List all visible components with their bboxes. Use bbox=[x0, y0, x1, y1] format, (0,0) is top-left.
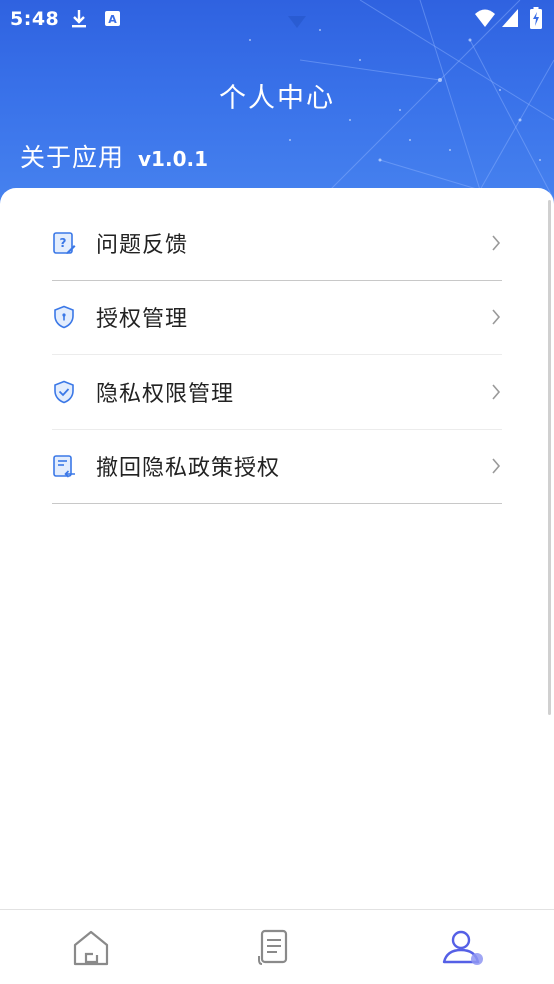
profile-icon[interactable] bbox=[441, 928, 487, 968]
menu-item-revoke-privacy-policy[interactable]: 撤回隐私政策授权 bbox=[52, 430, 502, 504]
wifi-icon bbox=[475, 9, 495, 27]
home-icon[interactable] bbox=[71, 928, 111, 968]
battery-charging-icon bbox=[530, 7, 542, 29]
menu-label: 撤回隐私政策授权 bbox=[96, 456, 281, 482]
menu-item-privacy-permissions[interactable]: 隐私权限管理 bbox=[52, 355, 502, 430]
a-notification-icon: A bbox=[105, 11, 120, 26]
revoke-document-icon bbox=[53, 455, 75, 478]
shield-icon bbox=[54, 305, 74, 329]
scrollbar[interactable] bbox=[548, 200, 551, 715]
bottom-navigation bbox=[0, 909, 554, 984]
signal-icon bbox=[502, 9, 518, 27]
menu-item-feedback[interactable]: ? 问题反馈 bbox=[52, 206, 502, 281]
chevron-right-icon bbox=[492, 309, 501, 325]
page-title: 个人中心 bbox=[219, 83, 335, 114]
document-icon[interactable] bbox=[255, 928, 295, 968]
svg-text:A: A bbox=[108, 13, 117, 26]
chevron-right-icon bbox=[492, 235, 501, 251]
svg-text:?: ? bbox=[60, 236, 67, 250]
app-version: v1.0.1 bbox=[138, 147, 208, 171]
menu-label: 问题反馈 bbox=[96, 232, 189, 258]
chevron-right-icon bbox=[492, 384, 501, 400]
download-icon bbox=[72, 10, 86, 28]
menu-item-authorization[interactable]: 授权管理 bbox=[52, 281, 502, 355]
feedback-icon: ? bbox=[53, 231, 76, 254]
status-time: 5:48 bbox=[10, 8, 60, 30]
menu-label: 授权管理 bbox=[96, 307, 189, 333]
menu-card: ? 问题反馈 授权管理 隐私权限管理 撤回隐私政策授权 bbox=[0, 188, 554, 910]
chevron-right-icon bbox=[492, 458, 501, 474]
menu-label: 隐私权限管理 bbox=[96, 381, 235, 407]
settings-menu: ? 问题反馈 授权管理 隐私权限管理 撤回隐私政策授权 bbox=[52, 206, 502, 504]
about-app-row[interactable]: 关于应用 v1.0.1 bbox=[20, 138, 208, 174]
status-bar: 5:48 A bbox=[0, 0, 554, 38]
about-app-label: 关于应用 bbox=[20, 143, 125, 172]
shield-check-icon bbox=[54, 380, 74, 404]
